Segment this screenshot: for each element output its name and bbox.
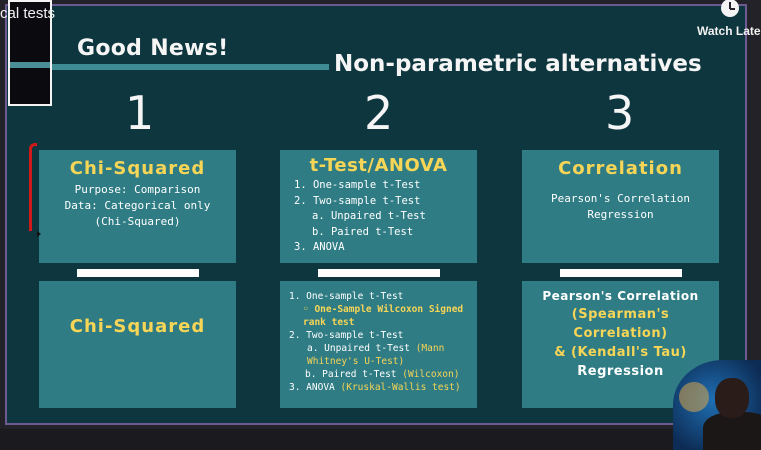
- column-number-2: 2: [364, 86, 394, 140]
- video-frame: Good News! Non-parametric alternatives 1…: [0, 0, 761, 450]
- column-number-1: 1: [125, 86, 155, 140]
- presenter-webcam: [673, 360, 761, 450]
- card-title: Chi-Squared: [69, 316, 206, 337]
- card-line: Data: Categorical only: [64, 199, 211, 212]
- accent-divider: [13, 64, 329, 70]
- card-correlation-parametric: Correlation Pearson's Correlation Regres…: [522, 150, 719, 263]
- card-chi-squared-nonparametric: Chi-Squared: [39, 281, 236, 408]
- card-title: Correlation: [558, 158, 683, 179]
- mouse-cursor-icon: [37, 231, 41, 237]
- card-line: a. Unpaired t-Test: [312, 210, 426, 222]
- card-title: t-Test/ANOVA: [309, 155, 448, 176]
- column-number-3: 3: [605, 86, 635, 140]
- good-news-label: Good News!: [77, 36, 229, 61]
- list-item-text: b. Paired t-Test: [305, 369, 397, 380]
- card-line: 2. Two-sample t-Test: [294, 194, 421, 207]
- slide: Good News! Non-parametric alternatives 1…: [5, 4, 747, 425]
- list-item-alternative: (Kruskal-Wallis test): [340, 382, 461, 393]
- slide-heading: Non-parametric alternatives: [334, 51, 702, 77]
- card-line-alternative: (Spearman's Correlation): [571, 307, 670, 341]
- divider-1: [77, 269, 199, 277]
- annotation-stroke: [29, 143, 37, 231]
- card-ttest-anova-nonparametric: 1. One-sample t-Test ◦ One-Sample Wilcox…: [280, 281, 477, 408]
- card-line: Regression: [587, 208, 654, 221]
- list-item: b. Paired t-Test (Wilcoxon): [289, 368, 477, 381]
- list-item-alternative: ◦ One-Sample Wilcoxon Signed rank test: [303, 304, 464, 328]
- card-line: Purpose: Comparison: [74, 183, 201, 196]
- list-item-text: 3. ANOVA: [289, 382, 335, 393]
- watch-later-button[interactable]: Watch Later: [697, 24, 761, 38]
- list-item: 3. ANOVA (Kruskal-Wallis test): [289, 381, 477, 394]
- divider-2: [318, 269, 440, 277]
- list-item-alternative: (Wilcoxon): [402, 369, 460, 380]
- card-title: Chi-Squared: [69, 158, 206, 179]
- card-line: 3. ANOVA: [294, 241, 345, 253]
- list-item: 2. Two-sample t-Test: [289, 330, 404, 341]
- video-title[interactable]: cal tests: [0, 5, 55, 22]
- list-item: 1. One-sample t-Test: [289, 291, 404, 302]
- card-line: Pearson's Correlation: [542, 289, 699, 303]
- card-line: b. Paired t-Test: [312, 225, 414, 238]
- list-item: a. Unpaired t-Test (Mann Whitney's U-Tes…: [289, 342, 472, 368]
- card-line-alternative: & (Kendall's Tau): [554, 345, 687, 360]
- divider-3: [560, 269, 682, 277]
- card-ttest-anova-parametric: t-Test/ANOVA 1. One-sample t-Test 2. Two…: [280, 150, 477, 263]
- card-chi-squared-parametric: Chi-Squared Purpose: Comparison Data: Ca…: [39, 150, 236, 263]
- card-line: 1. One-sample t-Test: [294, 179, 421, 191]
- list-item-text: a. Unpaired t-Test: [307, 343, 410, 354]
- card-line: (Chi-Squared): [94, 215, 181, 228]
- card-line: Pearson's Correlation: [550, 192, 691, 205]
